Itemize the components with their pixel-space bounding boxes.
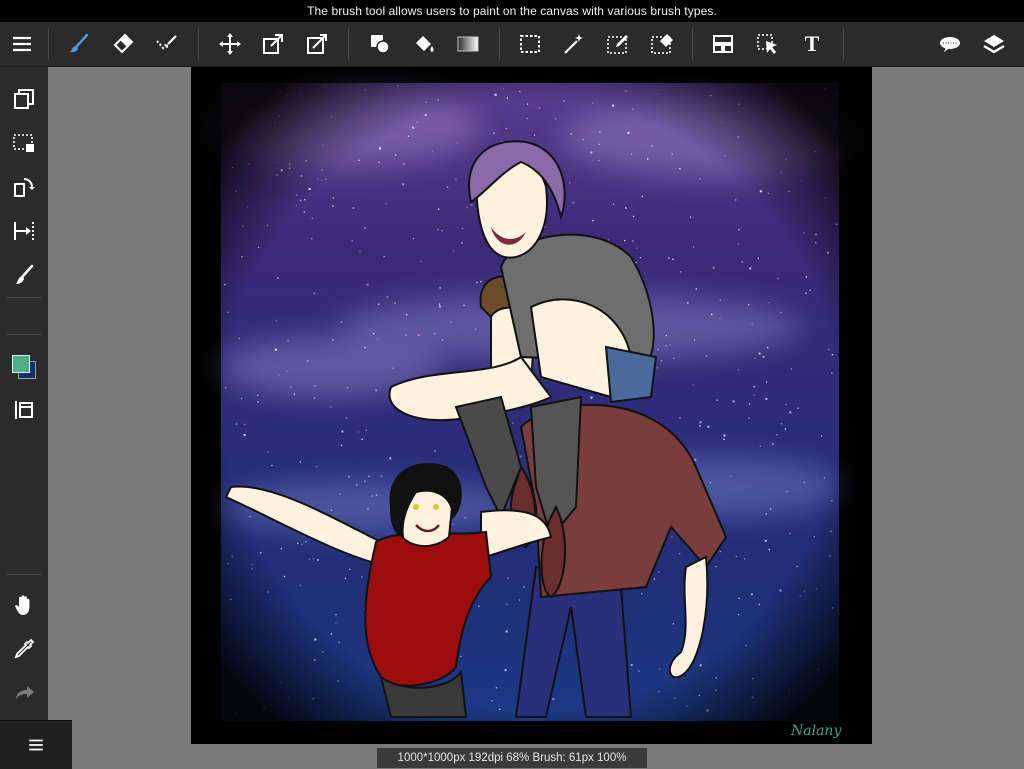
text-tool-label: T — [804, 31, 820, 56]
toolbar-divider — [48, 28, 49, 60]
rotate-icon[interactable] — [8, 171, 40, 203]
hand-icon[interactable] — [8, 589, 40, 621]
selection-icon[interactable] — [8, 127, 40, 159]
layers-icon[interactable] — [978, 28, 1010, 60]
text-icon[interactable]: T — [796, 28, 828, 60]
sidebar-divider — [6, 334, 42, 335]
color-swatch-icon[interactable] — [10, 353, 40, 383]
brush-small-icon[interactable] — [8, 259, 40, 291]
eyedropper-icon[interactable] — [8, 633, 40, 665]
bottom-menu-button[interactable] — [0, 720, 72, 769]
menu-lines-icon — [29, 739, 43, 751]
select-eraser-icon[interactable] — [646, 28, 678, 60]
eraser-icon[interactable] — [107, 28, 139, 60]
copy-layer-icon[interactable] — [8, 83, 40, 115]
sidebar-divider — [6, 574, 42, 575]
status-bar: 1000*1000px 192dpi 68% Brush: 61px 100% — [377, 748, 647, 768]
status-text: 1000*1000px 192dpi 68% Brush: 61px 100% — [397, 752, 627, 764]
select-pen-icon[interactable] — [602, 28, 634, 60]
panel-layout-icon[interactable] — [707, 28, 739, 60]
toolbar-divider — [692, 28, 693, 60]
toolbar-divider — [198, 28, 199, 60]
artist-signature: Nalany — [790, 723, 842, 739]
top-toolbar: T — [0, 22, 1024, 67]
artwork: Nalany — [191, 67, 872, 744]
tooltip-text: The brush tool allows users to paint on … — [307, 4, 717, 18]
bucket-icon[interactable] — [408, 28, 440, 60]
smudge-icon[interactable] — [151, 28, 183, 60]
toolbar-divider — [843, 28, 844, 60]
toolbar-divider — [499, 28, 500, 60]
ruler-icon[interactable] — [8, 215, 40, 247]
transform-icon[interactable] — [257, 28, 289, 60]
brush-icon[interactable] — [63, 28, 95, 60]
magic-wand-icon[interactable] — [558, 28, 590, 60]
redo-icon[interactable] — [8, 677, 40, 709]
move-icon[interactable] — [214, 28, 246, 60]
sidebar-divider — [6, 297, 42, 298]
left-sidebar — [0, 67, 48, 720]
warp-icon[interactable] — [301, 28, 333, 60]
canvas[interactable]: Nalany — [191, 67, 872, 744]
select-layer-icon[interactable] — [752, 28, 784, 60]
tooltip-bar: The brush tool allows users to paint on … — [0, 0, 1024, 22]
speech-bubble-icon[interactable] — [934, 28, 966, 60]
select-rect-icon[interactable] — [514, 28, 546, 60]
toolbar-divider — [348, 28, 349, 60]
gradient-icon[interactable] — [452, 28, 484, 60]
foreground-color — [12, 355, 30, 373]
fill-shape-icon[interactable] — [364, 28, 396, 60]
menu-icon[interactable] — [6, 28, 38, 60]
layer-frame-icon[interactable] — [8, 394, 40, 426]
